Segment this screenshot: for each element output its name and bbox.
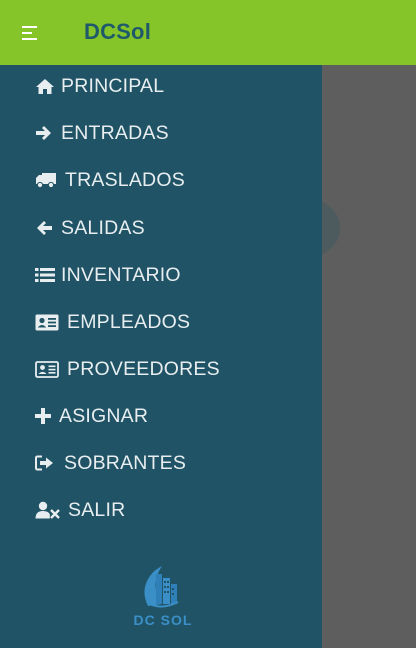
menu-item-label: ENTRADAS	[61, 121, 169, 144]
menu-item-entradas[interactable]: ENTRADAS	[35, 116, 295, 150]
arrow-left-icon	[35, 218, 57, 238]
navigation-drawer: PRINCIPAL ENTRADAS TRASLADOS SALIDAS INV…	[0, 65, 322, 648]
home-icon	[35, 76, 57, 96]
menu-item-label: SOBRANTES	[64, 451, 187, 474]
menu-item-proveedores[interactable]: PROVEEDORES	[35, 352, 295, 386]
menu-item-label: ASIGNAR	[59, 404, 149, 427]
id-card-outline-icon	[35, 359, 63, 379]
menu-item-label: TRASLADOS	[65, 168, 185, 191]
menu-item-label: SALIR	[68, 498, 126, 521]
menu-item-empleados[interactable]: EMPLEADOS	[35, 305, 295, 339]
app-bar: DCSol	[0, 0, 416, 65]
menu-item-asignar[interactable]: ASIGNAR	[35, 399, 295, 433]
plus-icon	[35, 406, 55, 426]
user-times-icon	[35, 500, 64, 520]
list-icon	[35, 265, 57, 285]
menu-item-inventario[interactable]: INVENTARIO	[35, 258, 295, 292]
app-title: DCSol	[84, 19, 151, 44]
menu-item-label: SALIDAS	[61, 216, 145, 239]
arrow-right-icon	[35, 123, 57, 143]
menu-item-salir[interactable]: SALIR	[35, 493, 295, 527]
menu-item-label: EMPLEADOS	[67, 310, 191, 333]
menu-item-label: PRINCIPAL	[61, 74, 165, 97]
menu-item-salidas[interactable]: SALIDAS	[35, 211, 295, 245]
id-card-icon	[35, 312, 63, 332]
menu-icon[interactable]	[22, 26, 38, 40]
menu-item-sobrantes[interactable]: SOBRANTES	[35, 446, 295, 480]
building-logo-icon	[144, 566, 179, 608]
dc-sol-logo: DC SOL	[132, 560, 194, 632]
menu-item-label: INVENTARIO	[61, 263, 181, 286]
logo-text: DC SOL	[133, 612, 193, 628]
truck-icon	[35, 170, 61, 190]
menu-item-principal[interactable]: PRINCIPAL	[35, 69, 295, 103]
sign-out-icon	[35, 453, 60, 473]
scrim-overlay[interactable]	[322, 65, 416, 648]
menu-item-traslados[interactable]: TRASLADOS	[35, 163, 295, 197]
menu-item-label: PROVEEDORES	[67, 357, 220, 380]
